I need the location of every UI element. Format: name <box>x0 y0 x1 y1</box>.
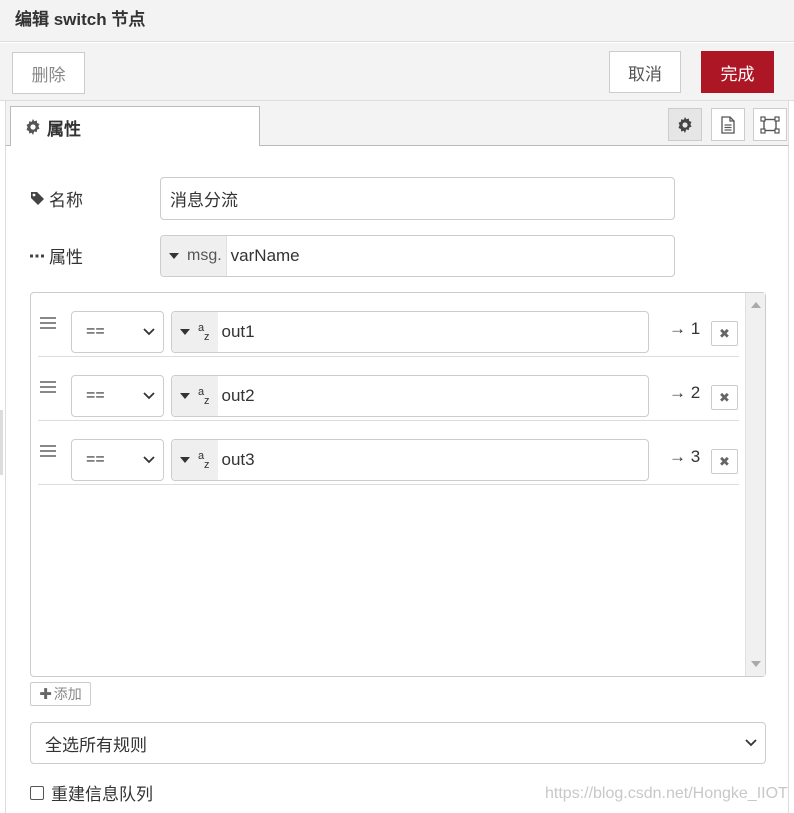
drag-handle-icon[interactable] <box>40 445 56 459</box>
rule-type-button[interactable]: az <box>172 440 218 480</box>
check-mode-select[interactable]: 全选所有规则 <box>30 722 766 764</box>
rule-type-button[interactable]: az <box>172 312 218 352</box>
rule-operator-value: == <box>86 387 105 404</box>
chevron-down-icon <box>745 739 757 747</box>
tab-properties[interactable]: 属性 <box>10 106 260 147</box>
frame-icon <box>760 115 780 134</box>
string-type-icon: az <box>198 450 210 471</box>
remove-rule-button[interactable]: ✖ <box>711 449 738 474</box>
rule-row: == az out2 → 2 ✖ <box>38 357 739 421</box>
rules-scrollbar[interactable] <box>745 293 765 676</box>
rules-list[interactable]: == az out1 → 1 ✖ == az out2 → 2 ✖ == a z… <box>30 292 766 677</box>
rule-output-label: → 2 <box>669 383 701 402</box>
rule-operator-value: == <box>86 451 105 468</box>
rule-row: == az out3 → 3 ✖ <box>38 421 739 485</box>
rule-type-button[interactable]: az <box>172 376 218 416</box>
name-label: 名称 <box>49 191 83 210</box>
ellipsis-icon <box>30 254 44 257</box>
scroll-down-arrow-icon[interactable] <box>751 661 761 667</box>
scroll-up-arrow-icon[interactable] <box>751 302 761 308</box>
rule-value-input[interactable]: az out2 <box>171 375 649 417</box>
drag-handle-icon[interactable] <box>40 317 56 331</box>
string-type-icon: az <box>198 322 210 343</box>
property-type-prefix: msg. <box>187 247 222 264</box>
name-input[interactable]: 消息分流 <box>160 177 675 220</box>
delete-button[interactable]: 删除 <box>12 52 85 94</box>
caret-down-icon <box>180 329 190 335</box>
chevron-down-icon <box>143 456 155 464</box>
add-rule-button[interactable]: ✚ 添加 <box>30 682 91 706</box>
cancel-button[interactable]: 取消 <box>609 51 681 93</box>
rule-operator-select[interactable]: == <box>71 311 164 353</box>
rule-operator-value: == <box>86 323 105 340</box>
property-type-button[interactable]: msg. <box>161 236 227 276</box>
description-tab-button[interactable] <box>711 108 745 141</box>
rule-value[interactable]: out3 <box>218 450 255 470</box>
property-typed-input[interactable]: msg. varName <box>160 235 675 277</box>
remove-rule-button[interactable]: ✖ <box>711 321 738 346</box>
dialog-toolbar: 删除 取消 完成 <box>0 43 794 101</box>
caret-down-icon <box>180 457 190 463</box>
caret-down-icon <box>169 253 179 259</box>
rule-value-input[interactable]: az out3 <box>171 439 649 481</box>
chevron-down-icon <box>143 328 155 336</box>
gear-icon <box>26 119 40 135</box>
watermark: https://blog.csdn.net/Hongke_IIOT <box>545 785 788 802</box>
recreate-sequence-label: 重建信息队列 <box>51 785 153 804</box>
add-rule-label: 添加 <box>53 686 82 702</box>
settings-tab-button[interactable] <box>668 108 702 141</box>
rule-operator-select[interactable]: == <box>71 439 164 481</box>
gear-icon <box>678 116 692 133</box>
property-value[interactable]: varName <box>227 246 300 266</box>
close-icon: ✖ <box>719 389 730 405</box>
recreate-sequence-row[interactable]: 重建信息队列 <box>30 780 153 805</box>
resize-handle[interactable] <box>0 410 3 475</box>
rule-output-label: → 3 <box>669 447 701 466</box>
rule-value[interactable]: out1 <box>218 322 255 342</box>
done-button[interactable]: 完成 <box>701 51 774 93</box>
appearance-tab-button[interactable] <box>753 108 787 141</box>
plus-icon: ✚ <box>39 686 52 703</box>
remove-rule-button[interactable]: ✖ <box>711 385 738 410</box>
caret-down-icon <box>180 393 190 399</box>
tab-properties-label: 属性 <box>47 119 81 139</box>
property-row-label: 属性 <box>30 243 83 268</box>
chevron-down-icon <box>143 392 155 400</box>
tag-icon <box>31 192 44 205</box>
property-label: 属性 <box>49 248 83 267</box>
close-icon: ✖ <box>719 453 730 469</box>
rule-value[interactable]: out2 <box>218 386 255 406</box>
string-type-icon: az <box>198 386 210 407</box>
document-icon <box>721 115 735 134</box>
rule-operator-select[interactable]: == <box>71 375 164 417</box>
dialog-title: 编辑 switch 节点 <box>0 0 794 42</box>
rule-value-input[interactable]: az out1 <box>171 311 649 353</box>
rule-row: == az out1 → 1 ✖ <box>38 293 739 357</box>
check-mode-value: 全选所有规则 <box>45 735 147 755</box>
drag-handle-icon[interactable] <box>40 381 56 395</box>
close-icon: ✖ <box>719 325 730 341</box>
tab-bar: 属性 <box>5 101 789 147</box>
recreate-sequence-checkbox[interactable] <box>30 785 44 800</box>
rule-output-label: → 1 <box>669 319 701 338</box>
name-row-label: 名称 <box>30 186 83 211</box>
